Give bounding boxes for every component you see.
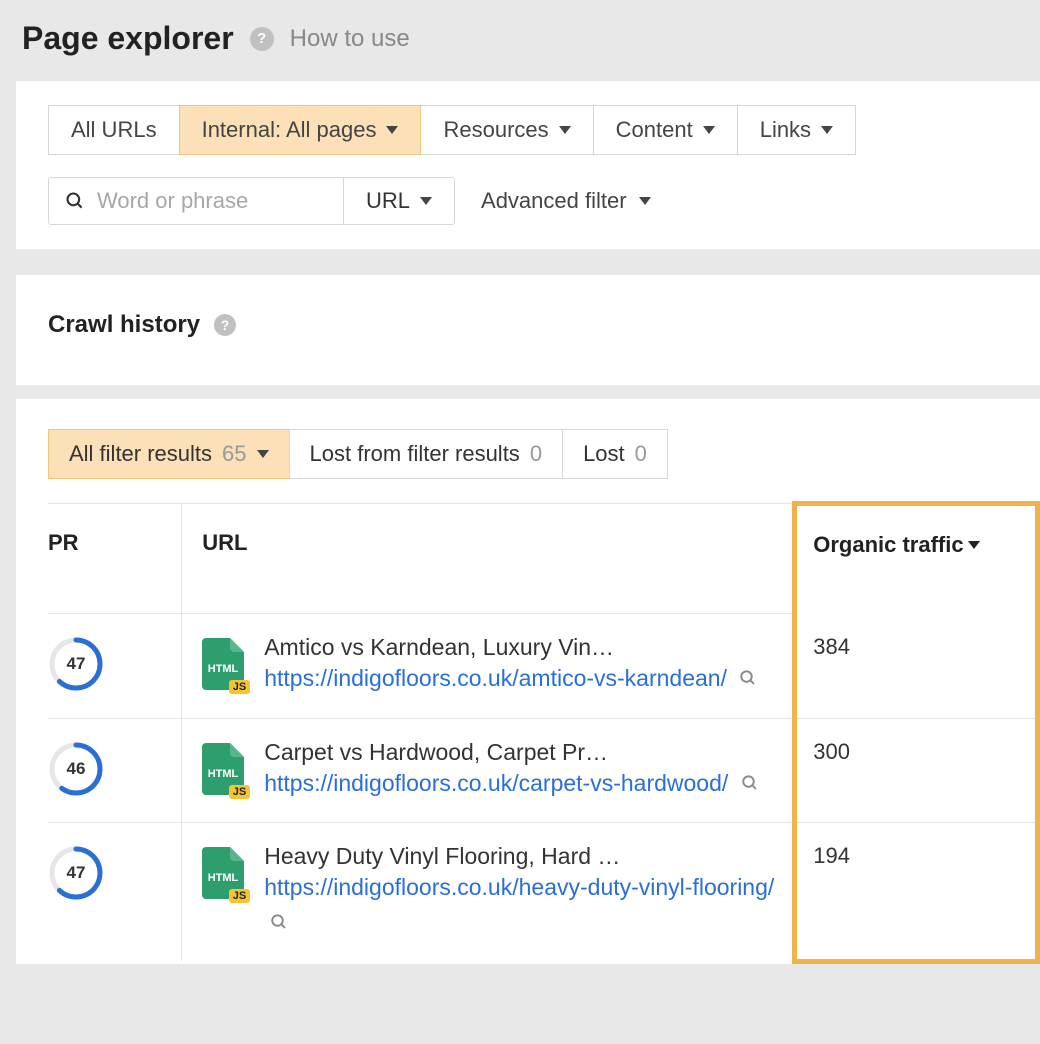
results-pills: All filter results 65 Lost from filter r… — [48, 429, 1040, 479]
advanced-filter-label: Advanced filter — [481, 188, 627, 214]
search-field-select[interactable]: URL — [343, 178, 454, 224]
tab-label: Content — [616, 117, 693, 143]
chevron-down-icon — [703, 126, 715, 134]
tab-internal[interactable]: Internal: All pages — [179, 105, 422, 155]
chevron-down-icon — [559, 126, 571, 134]
cell-pr: 47 — [48, 823, 182, 962]
js-badge: JS — [229, 889, 250, 903]
tab-label: Links — [760, 117, 811, 143]
chevron-down-icon — [420, 197, 432, 205]
table-row: 47HTMLJSHeavy Duty Vinyl Flooring, Hard … — [48, 823, 1038, 962]
tab-label: Internal: All pages — [202, 117, 377, 143]
col-header-pr[interactable]: PR — [48, 504, 182, 614]
chevron-down-icon — [821, 126, 833, 134]
select-label: URL — [366, 188, 410, 214]
pill-label: Lost from filter results — [310, 441, 520, 467]
pr-value: 47 — [48, 636, 104, 692]
pr-ring: 47 — [48, 636, 104, 692]
page-title-text: Heavy Duty Vinyl Flooring, Hard … — [264, 843, 744, 870]
advanced-filter[interactable]: Advanced filter — [481, 188, 651, 214]
page-title: Page explorer — [22, 20, 234, 57]
js-badge: JS — [229, 785, 250, 799]
cell-pr: 47 — [48, 614, 182, 719]
pill-label: All filter results — [69, 441, 212, 467]
pill-count: 0 — [530, 441, 542, 467]
help-icon[interactable]: ? — [214, 314, 236, 336]
sort-desc-icon — [968, 541, 980, 549]
crawl-history-title: Crawl history ? — [48, 311, 236, 339]
col-header-organic-traffic[interactable]: Organic traffic — [795, 504, 1038, 614]
page-url-link[interactable]: https://indigofloors.co.uk/amtico-vs-kar… — [264, 661, 792, 696]
tab-label: Resources — [443, 117, 548, 143]
filter-panel: All URLs Internal: All pages Resources C… — [16, 81, 1040, 249]
html-file-icon: HTMLJS — [202, 638, 244, 690]
page-url-link[interactable]: https://indigofloors.co.uk/carpet-vs-har… — [264, 766, 792, 801]
pill-count: 65 — [222, 441, 246, 467]
cell-url: HTMLJSHeavy Duty Vinyl Flooring, Hard …h… — [182, 823, 795, 962]
cell-url: HTMLJSCarpet vs Hardwood, Carpet Pr…http… — [182, 718, 795, 823]
search-row: URL Advanced filter — [48, 177, 1040, 225]
pill-lost-filter[interactable]: Lost from filter results 0 — [289, 429, 564, 479]
pill-count: 0 — [635, 441, 647, 467]
crawl-history-panel: Crawl history ? — [16, 275, 1040, 385]
search-box — [49, 178, 343, 224]
tab-resources[interactable]: Resources — [420, 105, 593, 155]
cell-pr: 46 — [48, 718, 182, 823]
pr-value: 47 — [48, 845, 104, 901]
chevron-down-icon — [257, 450, 269, 458]
results-table: PR URL Organic traffic 47HTMLJSAmtico vs… — [48, 501, 1040, 964]
help-icon[interactable]: ? — [250, 27, 274, 51]
tab-content[interactable]: Content — [593, 105, 738, 155]
tab-all-urls[interactable]: All URLs — [48, 105, 180, 155]
results-panel: All filter results 65 Lost from filter r… — [16, 399, 1040, 964]
pill-label: Lost — [583, 441, 625, 467]
search-icon[interactable] — [739, 669, 757, 687]
how-to-use-link[interactable]: How to use — [290, 25, 410, 53]
pr-ring: 47 — [48, 845, 104, 901]
page-url-link[interactable]: https://indigofloors.co.uk/heavy-duty-vi… — [264, 870, 792, 939]
svg-text:HTML: HTML — [208, 768, 239, 780]
pill-all-results[interactable]: All filter results 65 — [48, 429, 290, 479]
page-title-text: Amtico vs Karndean, Luxury Vin… — [264, 634, 744, 661]
table-row: 46HTMLJSCarpet vs Hardwood, Carpet Pr…ht… — [48, 718, 1038, 823]
search-input[interactable] — [97, 188, 327, 214]
svg-text:HTML: HTML — [208, 663, 239, 675]
html-file-icon: HTMLJS — [202, 743, 244, 795]
js-badge: JS — [229, 680, 250, 694]
col-header-url[interactable]: URL — [182, 504, 795, 614]
crawl-history-label: Crawl history — [48, 311, 200, 339]
category-tabs: All URLs Internal: All pages Resources C… — [48, 105, 1040, 155]
chevron-down-icon — [386, 126, 398, 134]
cell-url: HTMLJSAmtico vs Karndean, Luxury Vin…htt… — [182, 614, 795, 719]
pill-lost[interactable]: Lost 0 — [562, 429, 668, 479]
svg-text:HTML: HTML — [208, 872, 239, 884]
search-icon[interactable] — [270, 913, 288, 931]
search-icon — [65, 191, 85, 211]
html-file-icon: HTMLJS — [202, 847, 244, 899]
search-group: URL — [48, 177, 455, 225]
cell-organic-traffic: 194 — [795, 823, 1038, 962]
page-header: Page explorer ? How to use — [0, 0, 1040, 81]
tab-label: All URLs — [71, 117, 157, 143]
pr-ring: 46 — [48, 741, 104, 797]
cell-organic-traffic: 300 — [795, 718, 1038, 823]
search-icon[interactable] — [741, 774, 759, 792]
cell-organic-traffic: 384 — [795, 614, 1038, 719]
page-title-text: Carpet vs Hardwood, Carpet Pr… — [264, 739, 744, 766]
tab-links[interactable]: Links — [737, 105, 856, 155]
pr-value: 46 — [48, 741, 104, 797]
table-row: 47HTMLJSAmtico vs Karndean, Luxury Vin…h… — [48, 614, 1038, 719]
chevron-down-icon — [639, 197, 651, 205]
